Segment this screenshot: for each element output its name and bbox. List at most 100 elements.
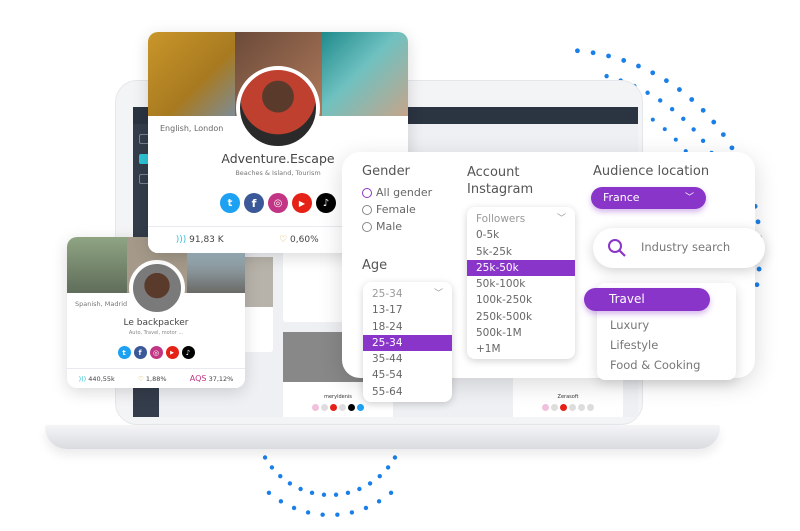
decorative-dot	[691, 127, 696, 132]
decorative-dot	[669, 106, 675, 112]
decorative-dot	[376, 499, 382, 504]
decorative-dot	[269, 465, 275, 470]
followers-option[interactable]: 250k-500k	[467, 309, 575, 325]
decorative-dot	[266, 490, 272, 495]
industry-search-input[interactable]: Industry search	[593, 228, 765, 268]
decorative-dot	[662, 127, 667, 132]
engagement-stat: ♡ 1,88%	[138, 374, 167, 383]
age-option[interactable]: 45-54	[363, 367, 452, 383]
decorative-dot	[345, 490, 351, 496]
decorative-dot	[291, 505, 297, 511]
account-heading: Account Instagram	[467, 165, 534, 197]
decorative-dot	[335, 512, 340, 517]
instagram-icon[interactable]: ◎	[268, 193, 288, 213]
facebook-icon[interactable]: f	[133, 346, 147, 359]
decorative-dot	[606, 53, 611, 59]
facebook-icon[interactable]: f	[244, 193, 264, 213]
followers-option[interactable]: +1M	[467, 341, 575, 357]
industry-option-selected[interactable]: Travel	[584, 288, 710, 311]
radio-female[interactable]: Female	[362, 203, 416, 216]
decorative-dot	[278, 499, 284, 504]
decorative-dot	[278, 473, 283, 479]
decorative-dot	[650, 117, 655, 122]
age-option[interactable]: 13-17	[363, 302, 452, 318]
heart-icon: ♡	[279, 235, 291, 245]
avatar	[236, 66, 320, 150]
decorative-dot	[755, 219, 761, 225]
decorative-dot	[590, 50, 596, 56]
gender-heading: Gender	[362, 164, 410, 179]
youtube-icon[interactable]: ▶	[165, 346, 179, 359]
decorative-dot	[657, 98, 663, 103]
influencer-name: Le backpacker	[123, 318, 189, 328]
radio-male[interactable]: Male	[362, 220, 402, 233]
industry-option[interactable]: Lifestyle	[610, 335, 700, 355]
laptop-base	[45, 425, 720, 449]
tiktok-icon[interactable]: ♪	[181, 346, 195, 359]
engagement-stat: ♡ 0,60%	[279, 235, 319, 245]
decorative-dot	[720, 132, 726, 138]
decorative-dot	[305, 510, 311, 515]
audience-location-heading: Audience location	[593, 164, 710, 179]
age-option[interactable]: 55-64	[363, 384, 452, 400]
age-option[interactable]: 18-24	[363, 319, 452, 335]
decorative-dot	[681, 116, 686, 122]
decorative-dot	[700, 107, 706, 113]
decorative-dot	[309, 490, 315, 496]
decorative-dot	[377, 473, 382, 479]
age-dropdown[interactable]: 25-34 ﹀ 13-17 18-24 25-34 35-44 45-54 55-…	[363, 282, 452, 402]
location-label: English, London	[160, 124, 224, 133]
decorative-dot	[298, 486, 303, 492]
tiktok-icon[interactable]: ♪	[316, 193, 336, 213]
decorative-dot	[677, 87, 682, 92]
followers-stat: ))) 91,83 K	[175, 235, 224, 245]
followers-dropdown[interactable]: Followers ﹀ 0-5k 5k-25k 25k-50k 50k-100k …	[467, 207, 575, 359]
decorative-dot	[645, 90, 650, 95]
decorative-dot	[363, 505, 369, 511]
followers-option[interactable]: 500k-1M	[467, 325, 575, 341]
decorative-dot	[349, 510, 355, 515]
heart-icon: ♡	[138, 374, 146, 383]
followers-option[interactable]: 50k-100k	[467, 276, 575, 292]
decorative-dot	[756, 266, 762, 272]
avatar	[129, 260, 185, 316]
decorative-dot	[604, 73, 609, 79]
decorative-dot	[664, 78, 669, 84]
twitter-icon[interactable]: t	[117, 346, 131, 359]
decorative-dot	[333, 492, 339, 497]
decorative-dot	[367, 481, 373, 486]
followers-option[interactable]: 100k-250k	[467, 292, 575, 308]
rss-icon: )))	[78, 374, 89, 383]
chevron-down-icon: ﹀	[433, 289, 443, 299]
followers-option-selected[interactable]: 25k-50k	[467, 259, 575, 277]
industry-option[interactable]: Luxury	[610, 315, 700, 335]
decorative-dot	[689, 97, 695, 102]
chevron-down-icon: ﹀	[556, 214, 566, 224]
location-select[interactable]: France ﹀	[591, 187, 706, 209]
radio-all-gender[interactable]: All gender	[362, 186, 432, 199]
decorative-dot	[320, 512, 325, 517]
decorative-dot	[754, 282, 760, 288]
influencer-categories: Auto, Travel, motor ...	[128, 330, 184, 336]
age-heading: Age	[362, 258, 388, 273]
decorative-dot	[388, 490, 394, 495]
followers-option[interactable]: 5k-25k	[467, 244, 575, 260]
youtube-icon[interactable]: ▶	[292, 193, 312, 213]
age-option[interactable]: 35-44	[363, 351, 452, 367]
followers-option[interactable]: 0-5k	[467, 227, 575, 243]
decorative-dot	[729, 145, 735, 151]
decorative-dot	[385, 465, 391, 470]
location-label: Spanish, Madrid	[75, 300, 128, 308]
followers-stat: ))) 440,55k	[78, 374, 115, 383]
industry-option[interactable]: Food & Cooking	[610, 355, 700, 375]
decorative-dot	[700, 138, 706, 143]
chevron-down-icon: ﹀	[684, 193, 694, 203]
decorative-dot	[287, 481, 293, 486]
influencer-card-small[interactable]: Spanish, Madrid Le backpacker Auto, Trav…	[67, 237, 245, 388]
decorative-dot	[650, 70, 656, 76]
age-option-selected[interactable]: 25-34	[363, 334, 452, 352]
twitter-icon[interactable]: t	[220, 193, 240, 213]
instagram-icon[interactable]: ◎	[149, 346, 163, 359]
decorative-dot	[392, 455, 398, 460]
aqs-stat: AQS 37,12%	[189, 374, 234, 383]
